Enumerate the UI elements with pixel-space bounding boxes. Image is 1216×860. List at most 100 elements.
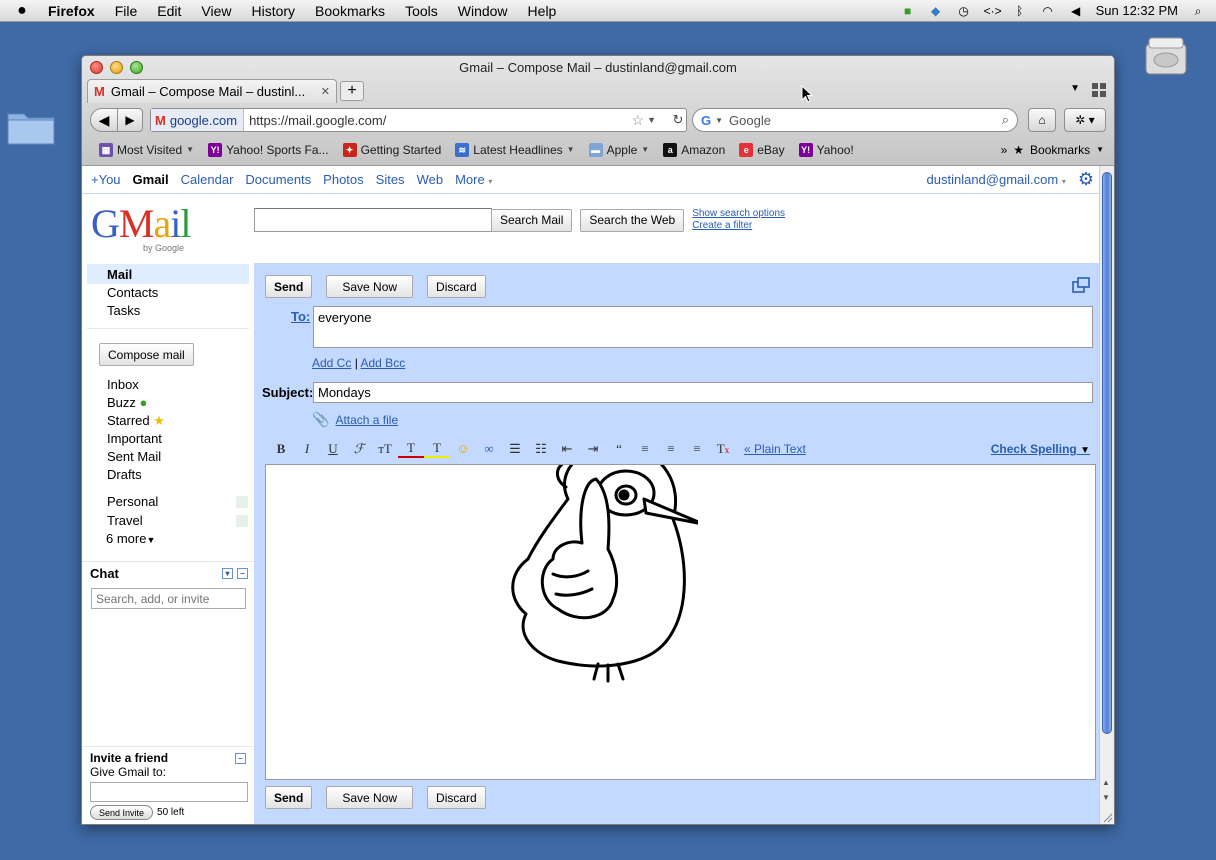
time-machine-icon[interactable]: ◷ (956, 4, 972, 18)
bluetooth-icon[interactable]: ᛒ (1012, 4, 1028, 18)
search-magnifier-icon[interactable]: ⌕ (1002, 112, 1009, 128)
plain-text-link[interactable]: « Plain Text (744, 442, 806, 456)
account-email[interactable]: dustinland@gmail.com ▾ (927, 172, 1066, 187)
bookmark-item[interactable]: e eBay (732, 142, 791, 157)
quote-icon[interactable]: “ (606, 441, 632, 457)
wifi-icon[interactable]: ◠ (1040, 4, 1056, 18)
menu-edit[interactable]: Edit (147, 3, 191, 19)
check-spelling-link[interactable]: Check Spelling ▼ (991, 442, 1090, 456)
font-icon[interactable]: ℱ (346, 441, 372, 457)
nav-inbox[interactable]: Inbox (82, 376, 254, 394)
nav-tasks[interactable]: Tasks (82, 302, 254, 320)
chat-options-icon[interactable]: ▾ (222, 568, 233, 579)
forward-button[interactable]: ▶ (117, 108, 143, 132)
pop-out-window-icon[interactable] (1072, 277, 1090, 293)
align-left-icon[interactable]: ≡ (632, 441, 658, 457)
bold-icon[interactable]: B (268, 441, 294, 457)
add-cc-link[interactable]: Add Cc (312, 356, 351, 370)
bookmark-item[interactable]: Y! Yahoo! Sports Fa... (201, 142, 336, 157)
gbar-link-more[interactable]: More ▾ (455, 172, 492, 187)
send-button[interactable]: Send (265, 786, 313, 809)
chat-search-input[interactable] (91, 588, 246, 609)
menu-tools[interactable]: Tools (395, 3, 448, 19)
label-color-chip[interactable] (236, 495, 248, 508)
menu-history[interactable]: History (241, 3, 305, 19)
italic-icon[interactable]: I (294, 441, 320, 457)
menubar-clock[interactable]: Sun 12:32 PM (1096, 3, 1178, 18)
home-button[interactable]: ⌂ (1028, 108, 1056, 132)
menu-window[interactable]: Window (448, 3, 518, 19)
highlight-color-icon[interactable]: T (424, 440, 450, 458)
more-labels-link[interactable]: 6 more▼ (82, 530, 254, 549)
invite-email-input[interactable] (90, 782, 248, 802)
menu-file[interactable]: File (105, 3, 148, 19)
font-size-icon[interactable]: тT (372, 441, 398, 457)
label-personal[interactable]: Personal (82, 492, 254, 511)
nav-starred[interactable]: Starred ★ (82, 412, 254, 430)
bookmarks-menu-button[interactable]: » ★ Bookmarks ▼ (1001, 143, 1114, 157)
send-invite-button[interactable]: Send Invite (90, 805, 154, 820)
add-bcc-link[interactable]: Add Bcc (361, 356, 406, 370)
google-search-engine-icon[interactable]: G (701, 113, 711, 128)
folder-icon[interactable] (6, 106, 56, 146)
bulleted-list-icon[interactable]: ☷ (528, 441, 554, 457)
save-now-button[interactable]: Save Now (326, 275, 414, 298)
menu-help[interactable]: Help (518, 3, 567, 19)
indent-more-icon[interactable]: ⇥ (580, 441, 606, 457)
mail-search-input[interactable] (254, 208, 492, 232)
to-label-link[interactable]: To: (291, 309, 310, 324)
discard-button[interactable]: Discard (427, 275, 486, 298)
volume-icon[interactable]: ◀ (1068, 4, 1084, 18)
bookmark-item[interactable]: ≋ Latest Headlines ▼ (448, 142, 581, 157)
indent-less-icon[interactable]: ⇤ (554, 441, 580, 457)
window-zoom-button[interactable] (130, 61, 143, 74)
message-body-editor[interactable] (265, 464, 1096, 780)
send-button[interactable]: Send (265, 275, 313, 298)
url-text[interactable]: https://mail.google.com/ (244, 113, 628, 128)
bookmark-item[interactable]: a Amazon (656, 142, 732, 157)
link-icon[interactable]: ∞ (476, 441, 502, 457)
gear-icon[interactable]: ⚙ (1078, 169, 1094, 190)
back-button[interactable]: ◀ (90, 108, 118, 132)
nav-mail[interactable]: Mail (87, 264, 249, 284)
label-travel[interactable]: Travel (82, 511, 254, 530)
numbered-list-icon[interactable]: ☰ (502, 441, 528, 457)
nav-contacts[interactable]: Contacts (82, 284, 254, 302)
search-mail-button[interactable]: Search Mail (491, 208, 573, 232)
gmail-logo[interactable]: GMail by Google (91, 204, 191, 254)
underline-icon[interactable]: U (320, 441, 346, 457)
tab-groups-icon[interactable] (1092, 83, 1106, 97)
bookmark-item[interactable]: Y! Yahoo! (792, 142, 861, 157)
window-minimize-button[interactable] (110, 61, 123, 74)
gbar-link-documents[interactable]: Documents (245, 172, 311, 187)
dropbox-icon[interactable]: ◆ (928, 4, 944, 18)
chat-collapse-icon[interactable]: – (237, 568, 248, 579)
reload-icon[interactable]: ↻ (667, 108, 689, 132)
text-color-icon[interactable]: T (398, 440, 424, 458)
label-color-chip[interactable] (236, 514, 248, 527)
create-filter-link[interactable]: Create a filter (692, 220, 785, 232)
align-right-icon[interactable]: ≡ (684, 441, 710, 457)
bookmark-item[interactable]: ▬ Apple ▼ (582, 142, 657, 157)
show-search-options-link[interactable]: Show search options (692, 208, 785, 220)
site-identity-button[interactable]: M google.com (151, 109, 245, 131)
nav-important[interactable]: Important (82, 430, 254, 448)
gbar-link-photos[interactable]: Photos (323, 172, 363, 187)
scrollbar-thumb[interactable] (1102, 172, 1112, 734)
compose-mail-button[interactable]: Compose mail (99, 343, 194, 366)
addon-toolbar-button[interactable]: ✲ ▾ (1064, 108, 1106, 132)
tab-list-dropdown-icon[interactable]: ▼ (1070, 83, 1080, 94)
search-the-web-button[interactable]: Search the Web (580, 208, 685, 232)
gbar-link-web[interactable]: Web (417, 172, 444, 187)
bookmark-star-icon[interactable]: ☆ (629, 112, 648, 129)
window-close-button[interactable] (90, 61, 103, 74)
to-field[interactable]: everyone (313, 306, 1093, 348)
tab-close-icon[interactable]: ✕ (321, 85, 330, 98)
scroll-up-icon[interactable]: ▲ (1102, 778, 1110, 787)
nav-drafts[interactable]: Drafts (82, 466, 254, 484)
nav-sent-mail[interactable]: Sent Mail (82, 448, 254, 466)
bookmark-item[interactable]: ✦ Getting Started (336, 142, 449, 157)
gbar-link-gmail[interactable]: Gmail (133, 172, 169, 187)
bookmark-item[interactable]: ▦ Most Visited ▼ (92, 142, 201, 157)
remove-formatting-icon[interactable]: Tx (710, 441, 736, 457)
